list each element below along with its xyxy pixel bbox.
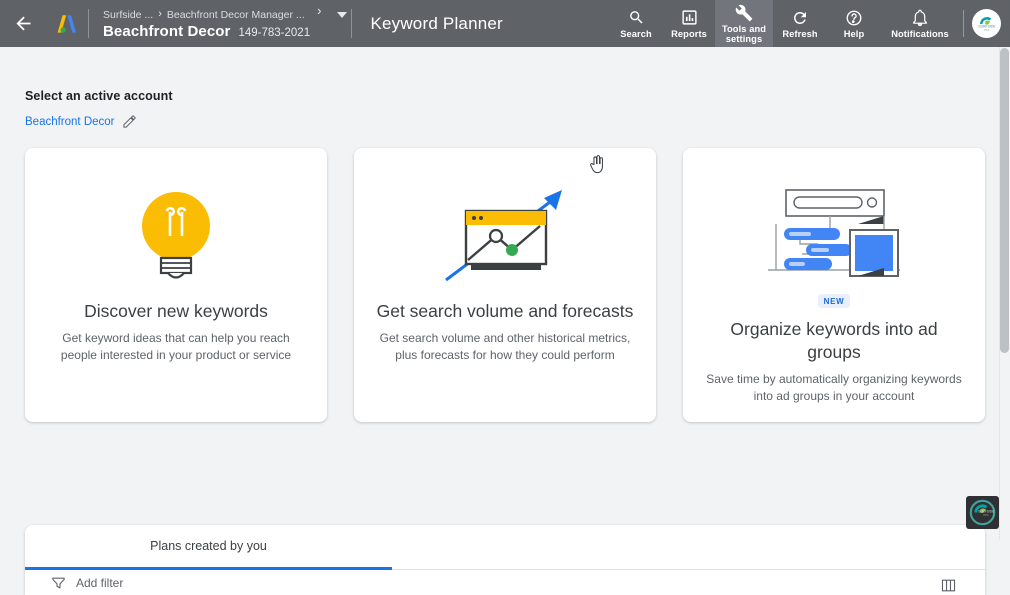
active-account-row: Beachfront Decor [25,114,1010,129]
page-title: Keyword Planner [370,13,503,33]
active-account-section: Select an active account Beachfront Deco… [0,47,1010,129]
svg-text:PPC: PPC [984,27,989,31]
svg-text:SURFSIDE: SURFSIDE [978,510,995,514]
ad-groups-illustration [758,174,910,294]
card-title: Get search volume and forecasts [376,301,634,321]
add-filter-label[interactable]: Add filter [76,576,123,590]
status-badge: NEW [817,294,851,308]
pointer-hand-cursor [588,154,605,180]
topbar-search-label: Search [620,29,652,39]
topbar-reports-button[interactable]: Reports [663,0,715,47]
topbar-reports-label: Reports [671,29,707,39]
page-scrollbar-thumb[interactable] [1000,48,1009,353]
topbar-actions: Search Reports Tools and settings Refres… [609,0,1010,47]
arrow-left-icon [16,16,30,31]
surfside-ppc-watermark: SURFSIDE PPC [966,496,999,529]
avatar-wrapper: SURFSIDE PPC [970,0,1010,47]
feature-cards: Discover new keywords Get keyword ideas … [0,129,1010,422]
chevron-right-icon[interactable]: › [317,3,321,18]
topbar-tools-label: Tools and settings [721,24,767,44]
tabs-filler [392,525,985,570]
refresh-icon [791,8,809,27]
top-app-bar: Surfside ... › Beachfront Decor Manager … [0,0,1010,47]
surfside-ppc-logo: SURFSIDE PPC [969,499,996,526]
card-get-search-volume-and-forecasts[interactable]: Get search volume and forecasts Get sear… [354,148,656,422]
filter-icon[interactable] [51,575,66,590]
topbar-refresh-label: Refresh [782,29,818,39]
breadcrumb-item-0[interactable]: Surfside ... [103,8,153,22]
pencil-icon[interactable] [122,114,137,129]
breadcrumb-separator-0: › [158,8,162,20]
svg-text:PPC: PPC [983,513,989,517]
card-description: Save time by automatically organizing ke… [706,372,962,403]
topbar-notifications-label: Notifications [891,29,949,39]
chart-forecast-illustration [440,174,570,294]
card-title: Discover new keywords [84,301,268,321]
card-discover-new-keywords[interactable]: Discover new keywords Get keyword ideas … [25,148,327,422]
card-organize-keywords-into-ad-groups[interactable]: NEW Organize keywords into ad groups Sav… [683,148,985,422]
page-content: Select an active account Beachfront Deco… [0,47,1010,595]
topbar-search-button[interactable]: Search [609,0,663,47]
avatar-logo-icon: SURFSIDE PPC [974,11,999,36]
active-account-link[interactable]: Beachfront Decor [25,116,115,128]
help-circle-icon [845,8,863,27]
google-ads-logo-glyph [57,14,76,33]
account-name: Beachfront Decor [103,22,231,40]
account-selector[interactable]: Surfside ... › Beachfront Decor Manager … [89,0,351,47]
page-scrollbar-track[interactable] [999,47,1010,540]
chevron-down-icon[interactable] [337,12,348,18]
bar-chart-icon [681,8,698,27]
back-button[interactable] [0,0,46,47]
plans-toolbar: Add filter [25,570,985,595]
breadcrumb-item-1[interactable]: Beachfront Decor Manager ... [167,8,305,22]
topbar-tools-and-settings-button[interactable]: Tools and settings [715,0,773,47]
topbar-notifications-button[interactable]: Notifications [881,0,959,47]
bell-icon [911,8,929,27]
card-description: Get search volume and other historical m… [379,331,631,362]
plans-tabs: Plans created by you [25,525,985,570]
topbar-help-label: Help [843,29,865,39]
table-columns-icon[interactable] [940,577,957,595]
svg-text:SURFSIDE: SURFSIDE [978,24,996,28]
wrench-icon [735,3,753,22]
plans-panel: Plans created by you Add filter [25,525,985,595]
lightbulb-illustration [134,174,218,294]
search-icon [628,8,645,27]
google-ads-logo-icon[interactable] [46,0,88,47]
active-account-heading: Select an active account [25,89,173,103]
tab-plans-created-by-you[interactable]: Plans created by you [25,525,392,570]
breadcrumb: Surfside ... › Beachfront Decor Manager … [103,8,310,22]
account-id: 149-783-2021 [238,26,311,39]
card-description: Get keyword ideas that can help you reac… [60,331,292,362]
topbar-refresh-button[interactable]: Refresh [773,0,827,47]
topbar-help-button[interactable]: Help [827,0,881,47]
topbar-divider-3 [963,10,964,37]
avatar[interactable]: SURFSIDE PPC [972,9,1001,38]
card-title: Organize keywords into ad groups [730,319,938,362]
